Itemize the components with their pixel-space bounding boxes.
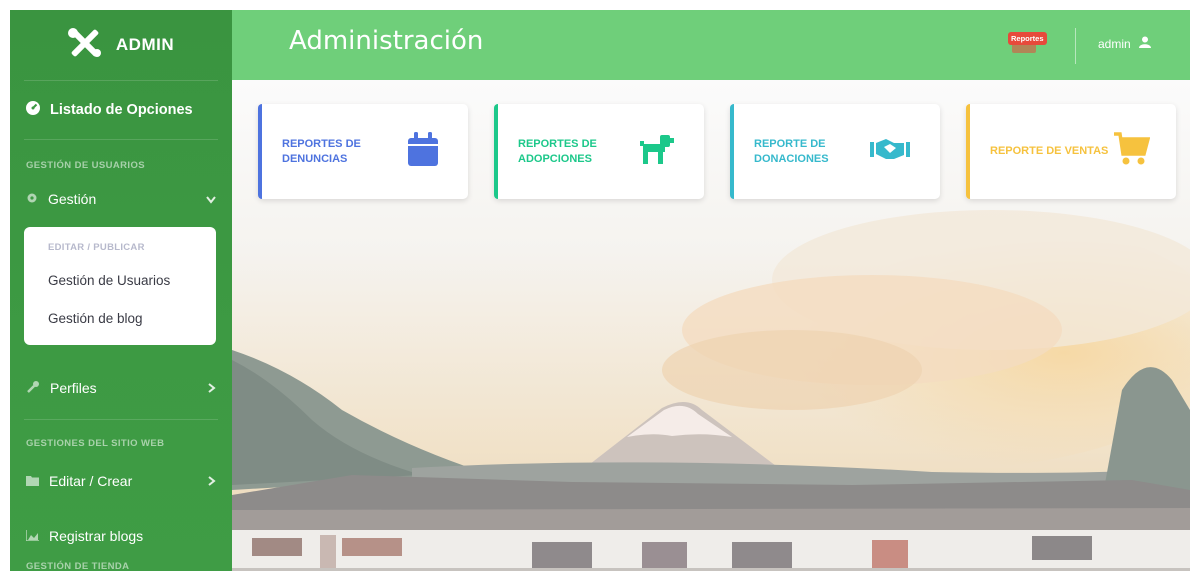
sidebar: ADMIN Listado de Opciones GESTIÓN DE USU… [10,10,232,571]
reports-button[interactable]: Reportes [1008,32,1047,54]
user-menu[interactable]: admin [1098,36,1151,51]
submenu-link-usuarios[interactable]: Gestión de Usuarios [24,261,216,299]
user-icon [1138,36,1151,51]
card-reporte-ventas[interactable]: REPORTE DE VENTAS [966,104,1176,199]
wrench-icon [26,380,40,397]
main-content: REPORTES DE DENUNCIAS REPORTES DE ADOPCI… [232,80,1190,571]
card-title: REPORTES DE DENUNCIAS [282,137,361,165]
card-reportes-adopciones[interactable]: REPORTES DE ADOPCIONES [494,104,704,199]
sidebar-item-label: Gestión [48,191,97,207]
sidebar-heading-site: GESTIONES DEL SITIO WEB [26,437,165,449]
reports-badge: Reportes [1008,32,1047,45]
card-reportes-denuncias[interactable]: REPORTES DE DENUNCIAS [258,104,468,199]
submenu-heading: EDITAR / PUBLICAR [48,242,145,253]
sidebar-item-options[interactable]: Listado de Opciones [10,81,232,139]
sidebar-divider [24,139,218,140]
sidebar-item-perfiles[interactable]: Perfiles [10,366,232,410]
calendar-icon [408,132,438,171]
sidebar-heading-store: GESTIÓN DE TIENDA [26,560,130,571]
topbar-divider [1075,28,1076,64]
brand-title: ADMIN [115,35,175,54]
folder-icon [26,473,39,489]
gear-icon [26,191,38,207]
card-title: REPORTES DE ADOPCIONES [518,137,597,165]
sidebar-item-label: Registrar blogs [49,528,144,544]
sidebar-divider [24,419,218,420]
sidebar-item-gestion[interactable]: Gestión [10,178,232,220]
handshake-icon [870,137,910,166]
card-accent [494,104,498,199]
card-accent [258,104,262,199]
sidebar-item-editar[interactable]: Editar / Crear [10,460,232,502]
page-title: Administración [289,26,484,56]
dog-icon [640,134,674,169]
card-title: REPORTE DE VENTAS [990,145,1109,157]
sidebar-item-registrar[interactable]: Registrar blogs [10,515,232,557]
cart-icon [1114,132,1151,171]
user-name: admin [1098,36,1131,51]
card-accent [730,104,734,199]
card-title: REPORTE DE DONACIONES [754,137,829,165]
sidebar-heading-users: GESTIÓN DE USUARIOS [26,159,145,171]
sidebar-item-label: Perfiles [50,380,97,396]
chevron-right-icon [208,473,216,489]
submenu-link-blog[interactable]: Gestión de blog [24,299,216,337]
topbar: Administración Reportes admin [232,10,1190,80]
chevron-right-icon [208,380,216,396]
tools-icon [67,27,102,63]
sidebar-item-label: Editar / Crear [49,473,133,489]
chart-area-icon [25,528,39,544]
card-accent [966,104,970,199]
sidebar-item-label: Listado de Opciones [50,102,193,118]
dashboard-icon [26,101,40,119]
gestion-submenu: EDITAR / PUBLICAR Gestión de Usuarios Ge… [24,227,216,345]
chevron-down-icon [206,191,216,207]
card-reporte-donaciones[interactable]: REPORTE DE DONACIONES [730,104,940,199]
sidebar-brand[interactable]: ADMIN [24,10,218,81]
app-frame: ADMIN Listado de Opciones GESTIÓN DE USU… [10,10,1190,571]
